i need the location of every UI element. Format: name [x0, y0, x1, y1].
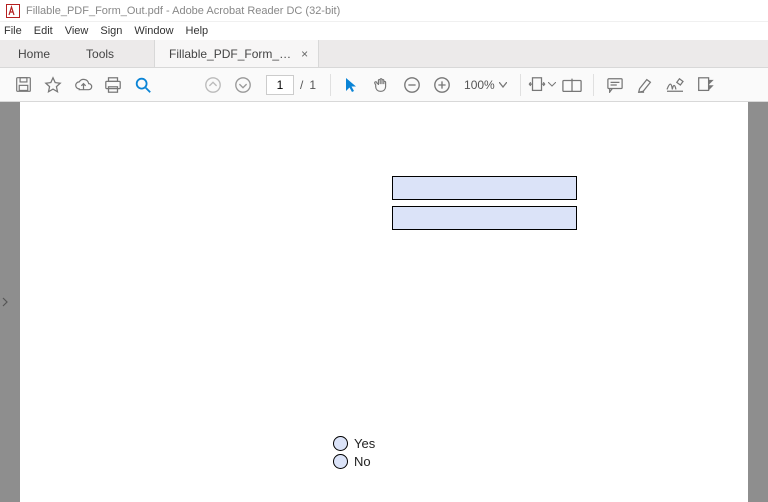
hand-pan-icon[interactable] [367, 71, 397, 99]
page-sep: / [300, 78, 303, 92]
page-gutter-right [748, 102, 768, 502]
more-tools-icon[interactable] [690, 71, 720, 99]
text-field-2[interactable] [392, 206, 577, 230]
app-icon [6, 4, 20, 18]
zoom-value: 100% [464, 78, 495, 92]
text-field-1[interactable] [392, 176, 577, 200]
window-title: Fillable_PDF_Form_Out.pdf - Adobe Acroba… [26, 5, 340, 17]
print-icon[interactable] [98, 71, 128, 99]
tab-close-icon[interactable]: × [301, 47, 308, 61]
tab-document-label: Fillable_PDF_Form_… [169, 47, 291, 61]
radio-no-label: No [354, 454, 371, 469]
tab-home[interactable]: Home [0, 40, 68, 67]
read-mode-icon[interactable] [557, 71, 587, 99]
page-up-icon[interactable] [198, 71, 228, 99]
radio-yes[interactable] [333, 436, 348, 451]
left-panel-toggle[interactable] [0, 282, 10, 322]
zoom-out-icon[interactable] [397, 71, 427, 99]
page-down-icon[interactable] [228, 71, 258, 99]
menu-bar: File Edit View Sign Window Help [0, 22, 768, 40]
fit-width-icon[interactable] [527, 71, 557, 99]
selection-arrow-icon[interactable] [337, 71, 367, 99]
tab-document[interactable]: Fillable_PDF_Form_… × [154, 40, 319, 67]
menu-window[interactable]: Window [134, 25, 173, 37]
chevron-down-icon [499, 82, 507, 88]
page-number-input[interactable] [266, 75, 294, 95]
radio-no[interactable] [333, 454, 348, 469]
search-icon[interactable] [128, 71, 158, 99]
zoom-in-icon[interactable] [427, 71, 457, 99]
comment-icon[interactable] [600, 71, 630, 99]
sign-icon[interactable] [660, 71, 690, 99]
tab-tools[interactable]: Tools [68, 40, 132, 67]
page-total: 1 [309, 78, 316, 92]
menu-file[interactable]: File [4, 25, 22, 37]
highlight-icon[interactable] [630, 71, 660, 99]
menu-view[interactable]: View [65, 25, 89, 37]
menu-sign[interactable]: Sign [100, 25, 122, 37]
menu-help[interactable]: Help [186, 25, 209, 37]
radio-yes-label: Yes [354, 436, 375, 451]
star-icon[interactable] [38, 71, 68, 99]
cloud-upload-icon[interactable] [68, 71, 98, 99]
pdf-page: Yes No [60, 102, 740, 502]
menu-edit[interactable]: Edit [34, 25, 53, 37]
save-icon[interactable] [8, 71, 38, 99]
zoom-select[interactable]: 100% [457, 74, 514, 96]
